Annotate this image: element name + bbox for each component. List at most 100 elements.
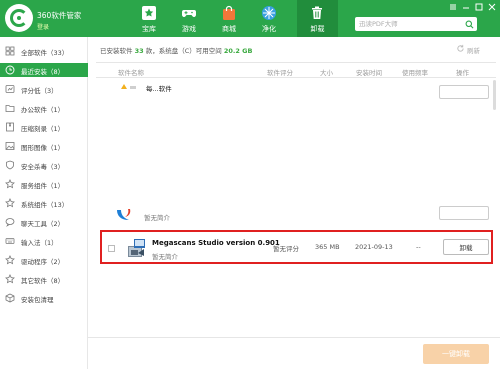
list-scrollbar[interactable] — [493, 80, 496, 110]
tab-label: 游戏 — [182, 25, 196, 33]
sidebar-item-drivers[interactable]: 驱动程序（2） — [0, 253, 88, 267]
refresh-icon — [457, 44, 464, 52]
software-description: 暂无简介 — [144, 214, 170, 222]
sidebar-item-label: 服务组件（1） — [21, 182, 65, 190]
archive-icon — [6, 122, 14, 132]
column-header-rating[interactable]: 软件评分 — [267, 67, 293, 77]
star-outline-icon — [5, 274, 15, 284]
sidebar-item-other-software[interactable]: 其它软件（8） — [0, 272, 88, 286]
tab-label: 商城 — [222, 25, 236, 33]
app-logo — [5, 4, 33, 32]
sidebar-item-input-method[interactable]: 输入法（1） — [0, 234, 88, 248]
gamepad-icon — [182, 10, 196, 17]
star-icon — [142, 6, 156, 20]
sidebar-item-compression[interactable]: 压缩刻录（1） — [0, 120, 88, 134]
sidebar-item-label: 驱动程序（2） — [21, 258, 65, 266]
software-list: 每...软件 暂无简介 Megascans Studio version 0.9… — [96, 78, 494, 340]
column-header-install-time[interactable]: 安装时间 — [356, 67, 382, 77]
app-icon — [117, 209, 131, 220]
maximize-icon[interactable] — [474, 2, 484, 12]
sidebar-item-package-cleanup[interactable]: 安装包清理 — [0, 291, 88, 305]
tab-mall[interactable]: 商城 — [209, 0, 249, 37]
sidebar-item-graphics[interactable]: 图形图像（1） — [0, 139, 88, 153]
search-input[interactable] — [355, 17, 477, 31]
install-date: 2021-09-13 — [355, 243, 393, 251]
software-name: 每...软件 — [146, 85, 172, 93]
shopping-bag-icon — [223, 5, 235, 20]
column-header-frequency[interactable]: 使用频率 — [402, 67, 428, 77]
sidebar-item-label: 全部软件（33） — [21, 49, 69, 57]
uninstall-button[interactable]: 卸载 — [443, 239, 489, 255]
app-icon — [121, 84, 136, 89]
install-summary: 已安装软件 33 款，系统盘（C）可用空间 20.2 GB — [100, 45, 252, 55]
window-controls — [448, 2, 498, 12]
row-checkbox[interactable] — [108, 245, 115, 252]
free-space: 20.2 GB — [223, 47, 253, 55]
tab-label: 卸载 — [310, 25, 325, 33]
rating-icon — [5, 85, 15, 93]
sidebar-item-label: 评分低（3） — [21, 87, 58, 95]
sidebar-item-label: 压缩刻录（1） — [21, 125, 65, 133]
star-outline-icon — [5, 179, 15, 189]
sidebar-item-security[interactable]: 安全杀毒（3） — [0, 158, 88, 172]
package-icon — [5, 293, 15, 303]
close-icon[interactable] — [487, 2, 497, 12]
software-description: 暂无简介 — [152, 253, 178, 261]
menu-icon[interactable] — [448, 2, 458, 12]
trash-icon — [312, 6, 322, 19]
sidebar-item-chat-tools[interactable]: 聊天工具（2） — [0, 215, 88, 229]
folder-icon — [5, 105, 15, 112]
uninstall-button[interactable] — [439, 85, 489, 99]
table-row-selected[interactable]: Megascans Studio version 0.901 暂无简介 暂无评分… — [100, 230, 493, 264]
star-outline-icon — [5, 255, 15, 265]
usage-frequency: -- — [416, 243, 421, 251]
footer-bar: 一键卸载 — [88, 337, 500, 369]
sidebar-item-low-rating[interactable]: 评分低（3） — [0, 82, 88, 96]
tab-label: 宝库 — [142, 25, 156, 33]
sidebar-item-all-software[interactable]: 全部软件（33） — [0, 44, 88, 58]
column-header-size[interactable]: 大小 — [320, 67, 333, 77]
column-header-action: 操作 — [456, 69, 469, 77]
grid-icon — [5, 46, 15, 56]
installed-count: 33 — [134, 47, 144, 55]
installer-package-icon — [128, 239, 145, 257]
software-rating: 暂无评分 — [273, 245, 299, 253]
table-header: 软件名称 软件评分 大小 安装时间 使用频率 操作 — [96, 62, 496, 78]
purify-icon — [262, 6, 276, 20]
app-title: 360软件管家 — [37, 11, 82, 20]
sidebar-item-system-components[interactable]: 系统组件（13） — [0, 196, 88, 210]
top-bar: 360软件管家 登录 宝库 游戏 商城 净化 升级 卸载 — [0, 0, 500, 37]
summary-middle: 款，系统盘（C）可用空间 — [145, 47, 222, 55]
batch-uninstall-button[interactable]: 一键卸载 — [423, 344, 489, 364]
image-icon — [5, 142, 15, 150]
clock-icon — [5, 65, 15, 75]
sidebar-item-label: 最近安装（8） — [21, 68, 65, 76]
sidebar-item-label: 其它软件（8） — [21, 277, 65, 285]
software-name: Megascans Studio version 0.901 — [152, 239, 280, 247]
star-outline-icon — [5, 198, 15, 208]
summary-prefix: 已安装软件 — [100, 47, 133, 55]
sidebar-item-label: 系统组件（13） — [21, 201, 69, 209]
sidebar-item-label: 图形图像（1） — [21, 144, 65, 152]
sidebar-item-label: 办公软件（1） — [21, 106, 65, 114]
sidebar-item-label: 安全杀毒（3） — [21, 163, 65, 171]
tab-treasury[interactable]: 宝库 — [129, 0, 169, 37]
chat-icon — [5, 218, 15, 227]
sidebar-item-label: 安装包清理 — [21, 296, 54, 304]
refresh-button[interactable]: 刷新 — [456, 44, 496, 55]
minimize-icon[interactable] — [461, 2, 471, 12]
keyboard-icon — [5, 238, 15, 244]
sidebar-item-office[interactable]: 办公软件（1） — [0, 101, 88, 115]
sidebar-item-recently-installed[interactable]: 最近安装（8） — [0, 63, 88, 77]
tab-purify[interactable]: 净化 — [249, 0, 289, 37]
search-icon[interactable] — [465, 20, 474, 29]
software-size: 365 MB — [315, 243, 340, 251]
sidebar-item-service-components[interactable]: 服务组件（1） — [0, 177, 88, 191]
tab-uninstall[interactable]: 卸载 — [297, 0, 338, 37]
uninstall-button[interactable] — [439, 206, 489, 220]
sidebar: 全部软件（33） 最近安装（8） 评分低（3） 办公软件（1） 压缩刻录（1） … — [0, 37, 88, 369]
column-header-name[interactable]: 软件名称 — [118, 67, 144, 77]
login-link[interactable]: 登录 — [37, 22, 49, 31]
tab-games[interactable]: 游戏 — [169, 0, 209, 37]
sidebar-item-label: 聊天工具（2） — [21, 220, 65, 228]
